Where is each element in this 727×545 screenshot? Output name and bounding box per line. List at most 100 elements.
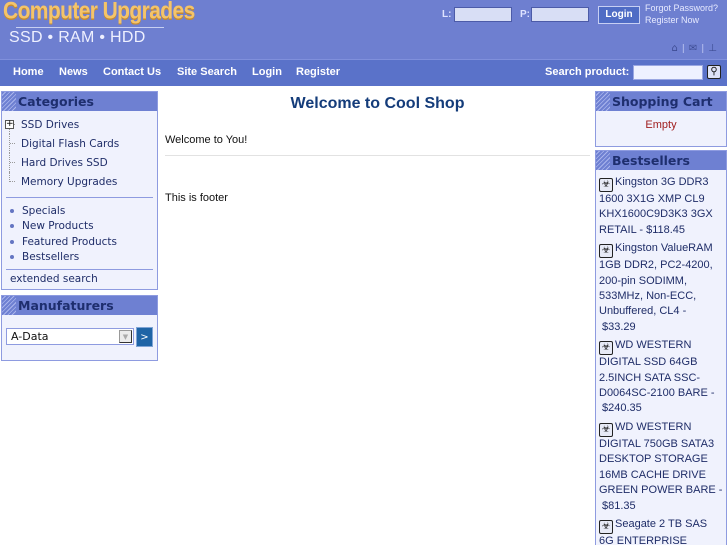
manufacturers-title: Manufaturers (18, 298, 114, 313)
bestseller-item[interactable]: ☣ Kingston 3G DDR3 1600 3X1G XMP CL9 KHX1… (599, 175, 723, 238)
link-featured-products[interactable]: Featured Products (10, 234, 157, 250)
login-button[interactable]: Login (598, 6, 640, 24)
nav-contact-us[interactable]: Contact Us (103, 66, 161, 78)
manufacturer-select[interactable]: A-Data ▼ (6, 328, 134, 345)
link-label[interactable]: Bestsellers (22, 251, 79, 263)
content-divider (165, 155, 590, 156)
dropdown-arrow-icon[interactable]: ▼ (119, 330, 132, 343)
register-now-link[interactable]: Register Now (645, 15, 699, 25)
category-label[interactable]: SSD Drives (21, 119, 79, 131)
password-input[interactable] (531, 7, 589, 22)
welcome-text: Welcome to You! (165, 134, 248, 146)
category-tree: + SSD Drives Digital Flash Cards Hard Dr… (2, 111, 157, 191)
search-product-label: Search product: (545, 66, 630, 78)
header-icons: ⌂ | ✉ | ⊥ (671, 43, 717, 54)
header-stripes (2, 296, 16, 315)
bestsellers-box: Bestsellers ☣ Kingston 3G DDR3 1600 3X1G … (595, 150, 727, 545)
main-nav: Home News Contact Us Site Search Login R… (0, 59, 727, 86)
shopping-cart-title[interactable]: Shopping Cart (612, 94, 713, 109)
cart-status: Empty (645, 119, 677, 131)
categories-header: Categories (2, 92, 157, 111)
product-name[interactable]: Kingston ValueRAM 1GB DDR2, PC2-4200, 20… (599, 242, 713, 317)
nav-site-search[interactable]: Site Search (177, 66, 237, 78)
product-price: $81.35 (602, 499, 636, 512)
logo-subtitle: SSD • RAM • HDD (9, 29, 146, 46)
expand-icon[interactable]: + (5, 120, 14, 129)
bullet-icon (10, 255, 14, 260)
tree-guide (5, 153, 16, 172)
link-label[interactable]: New Products (22, 220, 94, 232)
manufacturers-header: Manufaturers (2, 296, 157, 315)
product-name[interactable]: WD WESTERN DIGITAL 750GB SATA3 DESKTOP S… (599, 421, 722, 496)
product-price: $33.29 (602, 320, 636, 333)
shopping-cart-box: Shopping Cart Empty (595, 91, 727, 147)
header-stripes (596, 92, 610, 111)
category-label[interactable]: Hard Drives SSD (21, 157, 108, 169)
tree-guide: + (5, 115, 16, 134)
nav-register[interactable]: Register (296, 66, 340, 78)
bullet-icon (10, 239, 14, 244)
category-item[interactable]: Digital Flash Cards (5, 134, 157, 153)
product-name[interactable]: WD WESTERN DIGITAL SSD 64GB 2.5INCH SATA… (599, 339, 715, 399)
header-stripes (596, 151, 610, 170)
search-product-input[interactable] (633, 65, 703, 80)
link-new-products[interactable]: New Products (10, 219, 157, 235)
login-label: L: (442, 9, 452, 20)
categories-title: Categories (18, 94, 94, 109)
mail-icon[interactable]: ✉ (689, 43, 697, 54)
page-title: Welcome to Cool Shop (290, 95, 465, 112)
bestseller-item[interactable]: ☣ Kingston ValueRAM 1GB DDR2, PC2-4200, 2… (599, 241, 723, 335)
home-icon[interactable]: ⌂ (671, 43, 677, 54)
footer-text: This is footer (165, 192, 228, 204)
magnifier-icon: ⚲ (710, 66, 718, 77)
nav-news[interactable]: News (59, 66, 88, 78)
site-header: Computer Upgrades SSD • RAM • HDD L: P: … (0, 0, 727, 59)
bestsellers-list: ☣ Kingston 3G DDR3 1600 3X1G XMP CL9 KHX1… (596, 170, 726, 545)
categories-box: Categories + SSD Drives Digital Flash Ca… (1, 91, 158, 290)
category-item[interactable]: + SSD Drives (5, 115, 157, 134)
login-input[interactable] (454, 7, 512, 22)
bestsellers-title: Bestsellers (612, 153, 690, 168)
forgot-password-link[interactable]: Forgot Password? (645, 3, 718, 13)
logo-title[interactable]: Computer Upgrades (3, 0, 195, 26)
sitemap-icon[interactable]: ⊥ (708, 43, 717, 54)
shopping-cart-header: Shopping Cart (596, 92, 726, 111)
category-item[interactable]: Memory Upgrades (5, 172, 157, 191)
bestsellers-header: Bestsellers (596, 151, 726, 170)
product-price: $240.35 (602, 402, 642, 415)
link-bestsellers[interactable]: Bestsellers (10, 250, 157, 266)
separator: | (681, 43, 685, 54)
logo-divider (16, 27, 164, 28)
bullet-icon (10, 208, 14, 213)
manufacturers-box: Manufaturers A-Data ▼ > (1, 295, 158, 361)
buy-now-icon[interactable]: ☣ (599, 422, 613, 437)
extended-search-link[interactable]: extended search (2, 270, 157, 285)
password-label: P: (520, 9, 530, 20)
buy-now-icon[interactable]: ☣ (599, 519, 613, 534)
special-links: Specials New Products Featured Products … (2, 198, 157, 269)
category-item[interactable]: Hard Drives SSD (5, 153, 157, 172)
nav-home[interactable]: Home (13, 66, 44, 78)
product-name[interactable]: Seagate 2 TB SAS 6G ENTERPRISE (599, 518, 707, 545)
buy-now-icon[interactable]: ☣ (599, 341, 613, 356)
bestseller-item[interactable]: ☣ WD WESTERN DIGITAL 750GB SATA3 DESKTOP … (599, 420, 723, 514)
tree-guide (5, 134, 16, 153)
bestseller-item[interactable]: ☣ WD WESTERN DIGITAL SSD 64GB 2.5INCH SAT… (599, 338, 723, 417)
manufacturer-selected: A-Data (11, 330, 49, 343)
manufacturer-go-button[interactable]: > (136, 327, 153, 347)
header-stripes (2, 92, 16, 111)
buy-now-icon[interactable]: ☣ (599, 244, 613, 259)
link-label[interactable]: Specials (22, 205, 65, 217)
product-price: $118.45 (646, 223, 686, 236)
bestseller-item[interactable]: ☣ Seagate 2 TB SAS 6G ENTERPRISE (599, 517, 723, 545)
link-specials[interactable]: Specials (10, 203, 157, 219)
bullet-icon (10, 224, 14, 229)
link-label[interactable]: Featured Products (22, 236, 117, 248)
separator: | (701, 43, 705, 54)
nav-login[interactable]: Login (252, 66, 282, 78)
search-button[interactable]: ⚲ (707, 65, 721, 79)
category-label[interactable]: Digital Flash Cards (21, 138, 119, 150)
buy-now-icon[interactable]: ☣ (599, 178, 613, 192)
tree-guide (5, 172, 16, 191)
category-label[interactable]: Memory Upgrades (21, 176, 117, 188)
